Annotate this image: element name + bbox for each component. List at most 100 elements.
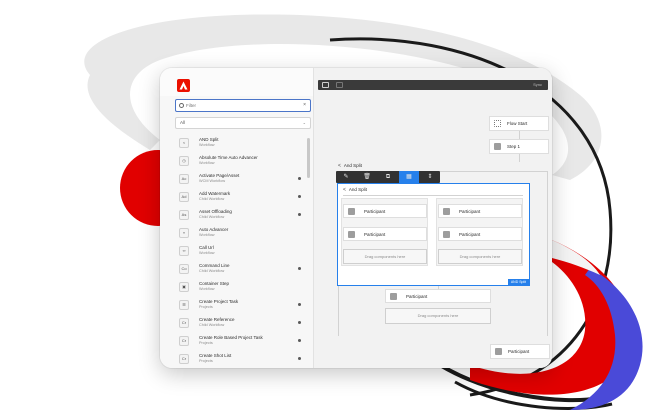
activate-icon: Ac	[179, 174, 189, 184]
split-rule	[343, 195, 523, 196]
drop-zone[interactable]: Drag components here	[438, 249, 522, 264]
split-icon: <	[343, 187, 346, 193]
participant-node[interactable]: Participant	[490, 344, 550, 359]
list-item[interactable]: Cr Create Shot List Projects	[175, 350, 307, 368]
command-icon: Co	[179, 264, 189, 274]
drop-zone[interactable]: Drag components here	[343, 249, 427, 264]
user-icon	[443, 231, 450, 238]
participant-label: Participant	[364, 209, 386, 214]
status-dot	[298, 267, 301, 270]
component-category: Projects	[199, 305, 213, 309]
status-dot	[298, 321, 301, 324]
list-item[interactable]: ☰ Create Project Task Projects	[175, 296, 307, 314]
user-icon	[495, 348, 502, 355]
drop-zone[interactable]: Drag components here	[385, 308, 491, 324]
status-dot	[298, 213, 301, 216]
outer-split-title[interactable]: < And Split	[338, 163, 362, 169]
configure-icon[interactable]: ✎	[336, 171, 356, 183]
flow-start-label: Flow Start	[507, 121, 528, 126]
component-title: Create Reference	[199, 317, 235, 322]
component-category: Workflow	[199, 161, 215, 165]
participant-node[interactable]: Participant	[343, 227, 427, 241]
side-panel-toggle-icon[interactable]	[322, 82, 329, 88]
list-item[interactable]: ▣ Container Step Workflow	[175, 278, 307, 296]
user-icon	[348, 208, 355, 215]
delete-icon[interactable]: 🗑	[357, 171, 377, 183]
filter-input[interactable]: Filter ×	[175, 99, 311, 112]
split-icon: <	[179, 138, 189, 148]
list-item[interactable]: Cr Create Role Based Project Task Projects	[175, 332, 307, 350]
component-category: Workflow	[199, 233, 215, 237]
sync-label[interactable]: Sync	[533, 82, 542, 87]
offload-icon: As	[179, 210, 189, 220]
user-icon	[494, 143, 501, 150]
participant-label: Participant	[508, 349, 530, 354]
advance-icon: »	[179, 228, 189, 238]
component-category: Workflow	[199, 287, 215, 291]
component-category: Child Workflow	[199, 269, 225, 273]
reorder-icon[interactable]: ⇕	[420, 171, 440, 183]
step-1-node[interactable]: Step 1	[489, 139, 549, 154]
split-icon: <	[338, 163, 341, 169]
list-item[interactable]: Co Command Line Child Workflow	[175, 260, 307, 278]
component-category: Child Workflow	[199, 323, 225, 327]
list-item[interactable]: ◷ Absolute Time Auto Advancer Workflow	[175, 152, 307, 170]
participant-label: Participant	[406, 294, 428, 299]
selected-tag: AND Split	[507, 279, 529, 285]
participant-node[interactable]: Participant	[438, 204, 522, 218]
list-item[interactable]: As Asset Offloading Child Workflow	[175, 206, 307, 224]
component-title: Asset Offloading	[199, 209, 232, 214]
outer-split-border-right	[547, 171, 548, 336]
component-title: Call Url	[199, 245, 214, 250]
selected-and-split[interactable]: < And Split Participant Participant Drag …	[337, 183, 530, 286]
component-title: Create Project Task	[199, 299, 239, 304]
group-icon[interactable]: ▦	[399, 171, 419, 183]
list-item[interactable]: < AND Split Workflow	[175, 134, 307, 152]
list-item[interactable]: Ac Activate Page/Asset WCM Workflow	[175, 170, 307, 188]
clear-icon[interactable]: ×	[303, 100, 306, 111]
flow-start-icon	[494, 120, 501, 127]
component-category: Child Workflow	[199, 197, 225, 201]
list-item[interactable]: Cr Create Reference Child Workflow	[175, 314, 307, 332]
group-select-value: All	[180, 120, 186, 125]
group-select[interactable]: All ⌄	[175, 117, 311, 129]
participant-node[interactable]: Participant	[438, 227, 522, 241]
tablet-frame: Filter × All ⌄ < AND Split Workflow ◷ Absolu…	[160, 68, 552, 368]
component-category: Workflow	[199, 251, 215, 255]
participant-node[interactable]: Participant	[385, 289, 491, 303]
task-icon: ☰	[179, 300, 189, 310]
user-icon	[443, 208, 450, 215]
workflow-canvas: Sync Flow Start Step 1 < And Split ✎ 🗑 ⧉ …	[314, 68, 552, 368]
search-icon	[179, 103, 184, 108]
list-item[interactable]: » Auto Advancer Workflow	[175, 224, 307, 242]
component-list: < AND Split Workflow ◷ Absolute Time Auto Ad…	[175, 134, 307, 368]
step-1-label: Step 1	[507, 144, 521, 149]
component-category: Workflow	[199, 143, 215, 147]
flow-start-node[interactable]: Flow Start	[489, 116, 549, 131]
status-dot	[298, 357, 301, 360]
connector	[519, 154, 520, 162]
list-item[interactable]: Ad Add Watermark Child Workflow	[175, 188, 307, 206]
chevron-down-icon: ⌄	[302, 120, 306, 125]
component-title: Absolute Time Auto Advancer	[199, 155, 258, 160]
participant-label: Participant	[459, 232, 481, 237]
user-icon	[390, 293, 397, 300]
scrollbar[interactable]	[307, 138, 310, 178]
container-icon: ▣	[179, 282, 189, 292]
component-title: Command Line	[199, 263, 230, 268]
role-task-icon: Cr	[179, 336, 189, 346]
component-title: Create Role Based Project Task	[199, 335, 263, 340]
component-title: Create Shot List	[199, 353, 232, 358]
component-category: Projects	[199, 359, 213, 363]
brand-bar	[160, 68, 313, 96]
copy-icon[interactable]: ⧉	[378, 171, 398, 183]
layout-icon[interactable]	[336, 82, 343, 88]
clock-icon: ◷	[179, 156, 189, 166]
participant-node[interactable]: Participant	[343, 204, 427, 218]
adobe-logo-icon	[177, 79, 190, 92]
selected-split-title: < And Split	[343, 187, 367, 193]
user-icon	[348, 231, 355, 238]
participant-label: Participant	[364, 232, 386, 237]
components-panel: Filter × All ⌄ < AND Split Workflow ◷ Absolu…	[160, 68, 314, 368]
list-item[interactable]: ∞ Call Url Workflow	[175, 242, 307, 260]
